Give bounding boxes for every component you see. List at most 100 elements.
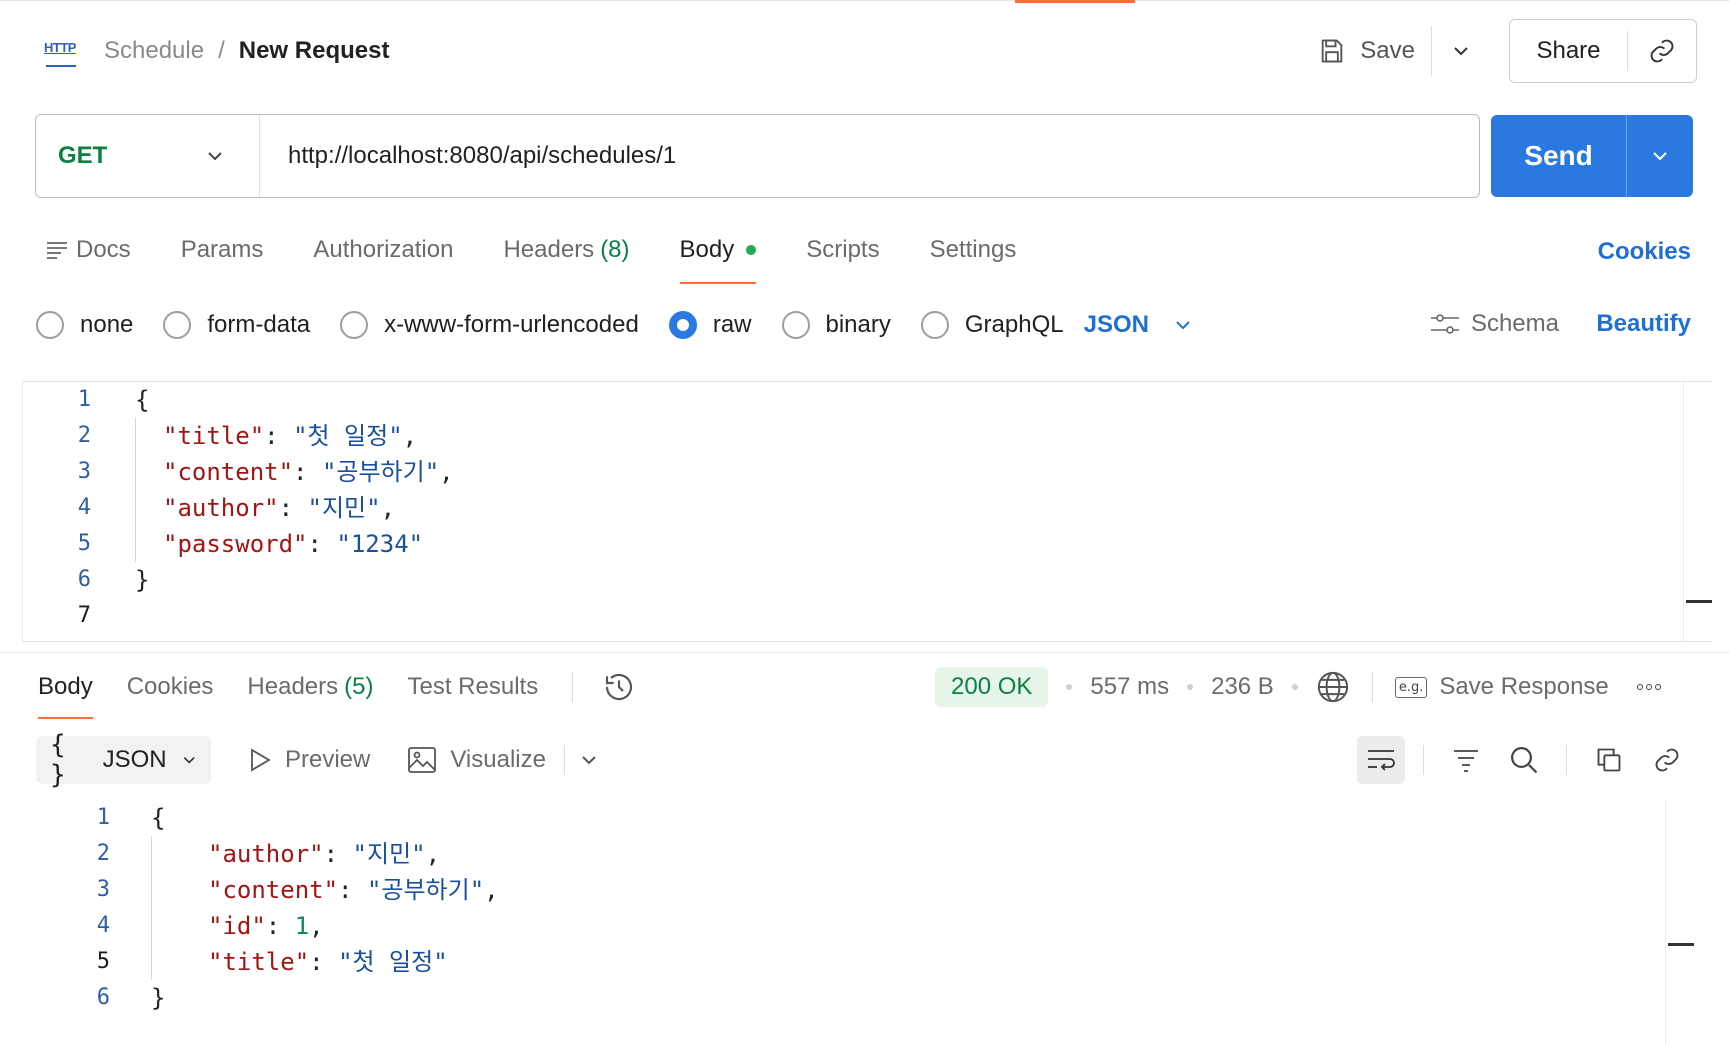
copy-link-button[interactable] [1643, 736, 1691, 784]
response-actions [1347, 735, 1691, 785]
tab-body-label: Body [679, 236, 735, 263]
play-icon [251, 748, 271, 772]
globe-icon[interactable] [1316, 670, 1350, 704]
copy-button[interactable] [1585, 736, 1633, 784]
wrap-lines-button[interactable] [1357, 736, 1405, 784]
radio-label: form-data [207, 311, 311, 338]
method-label: GET [58, 142, 108, 169]
line-number: 2 [96, 841, 110, 866]
share-group: Share [1509, 19, 1697, 83]
send-options-button[interactable] [1627, 115, 1693, 197]
radio-label: binary [825, 311, 891, 338]
docs-icon [47, 242, 67, 259]
response-format-select[interactable]: { } JSON [36, 730, 211, 790]
line-number: 7 [77, 603, 91, 628]
status-badge[interactable]: 200 OK [935, 667, 1049, 707]
beautify-button[interactable]: Beautify [1596, 310, 1691, 338]
tab-divider [572, 672, 574, 702]
breadcrumb-collection[interactable]: Schedule [104, 37, 204, 65]
response-time[interactable]: 557 ms [1090, 673, 1169, 701]
tab-authorization[interactable]: Authorization [313, 228, 453, 272]
tab-params[interactable]: Params [181, 228, 264, 272]
resp-tab-headers-label: Headers [247, 673, 339, 700]
save-icon [1322, 39, 1343, 63]
viewer-scrollbar[interactable] [1665, 800, 1695, 1045]
save-group: Save [1318, 26, 1489, 76]
tab-headers-label: Headers [503, 236, 595, 263]
code-line: "title": "첫 일정", [163, 422, 418, 450]
preview-button[interactable]: Preview [249, 746, 370, 774]
request-tabs: Docs Params Authorization Headers (8) Bo… [46, 228, 1729, 284]
sliders-icon [1430, 314, 1459, 334]
save-options-button[interactable] [1431, 26, 1489, 76]
line-number: 5 [96, 949, 110, 974]
body-type-graphql[interactable]: GraphQL [920, 311, 1064, 339]
radio-button-checked [668, 311, 697, 339]
line-number: 6 [77, 567, 91, 592]
body-type-urlencoded[interactable]: x-www-form-urlencoded [340, 311, 639, 339]
tab-settings[interactable]: Settings [930, 228, 1017, 272]
tab-body[interactable]: Body [679, 228, 757, 284]
response-body-viewer[interactable]: 1 2 3 4 5 6 { "author": "지민", "content":… [0, 800, 1729, 1045]
search-button[interactable] [1500, 736, 1548, 784]
breadcrumb: Schedule / New Request [104, 37, 389, 65]
save-response-label: Save Response [1439, 673, 1609, 700]
copy-link-button[interactable] [1628, 31, 1696, 71]
response-size[interactable]: 236 B [1211, 673, 1274, 701]
body-modified-indicator [746, 245, 757, 255]
raw-language-label: JSON [1083, 311, 1149, 338]
filter-button[interactable] [1442, 736, 1490, 784]
body-type-raw[interactable]: raw [668, 311, 752, 339]
resp-tab-body[interactable]: Body [38, 665, 93, 719]
save-response-button[interactable]: e.g. Save Response [1394, 673, 1609, 701]
request-body-editor[interactable]: 1 2 3 4 5 6 7 { "title": "첫 일정", "conten… [22, 381, 1713, 642]
breadcrumb-separator: / [218, 37, 225, 64]
resp-tab-test-results[interactable]: Test Results [407, 665, 538, 709]
code-line: "author": "지민", [208, 840, 441, 868]
resp-headers-count: (5) [344, 673, 374, 700]
line-number: 4 [96, 913, 110, 938]
radio-button [163, 311, 192, 339]
save-button[interactable]: Save [1318, 26, 1431, 76]
url-input[interactable] [260, 115, 1479, 197]
method-select[interactable]: GET [36, 115, 260, 197]
scroll-marker [1668, 943, 1694, 946]
response-toolbar: { } JSON Preview Visualize [36, 730, 1729, 790]
body-type-none[interactable]: none [36, 311, 133, 339]
preview-label: Preview [285, 746, 371, 773]
schema-button[interactable]: Schema [1429, 310, 1559, 338]
more-options-icon[interactable] [1636, 684, 1664, 690]
send-button[interactable]: Send [1491, 115, 1627, 197]
response-tabs: Body Cookies Headers (5) Test Results [38, 665, 635, 721]
tab-docs[interactable]: Docs [46, 228, 131, 272]
resp-tab-headers[interactable]: Headers (5) [247, 665, 373, 709]
link-icon [1655, 748, 1679, 772]
editor-scrollbar[interactable] [1683, 382, 1713, 641]
radio-button [36, 311, 64, 339]
body-type-selector: none form-data x-www-form-urlencoded raw… [36, 302, 1729, 348]
response-divider[interactable] [0, 652, 1729, 653]
history-button[interactable] [603, 665, 635, 709]
tab-scripts[interactable]: Scripts [806, 228, 879, 272]
chevron-down-icon [1176, 321, 1190, 330]
request-name[interactable]: New Request [239, 37, 390, 65]
scroll-marker [1686, 600, 1712, 603]
line-number: 1 [96, 805, 110, 830]
code-line: "content": "공부하기", [208, 876, 499, 904]
send-group: Send [1491, 115, 1693, 197]
share-button[interactable]: Share [1510, 31, 1628, 71]
body-type-binary[interactable]: binary [781, 311, 891, 339]
wrap-lines-icon [1368, 750, 1395, 771]
cookies-link[interactable]: Cookies [1598, 238, 1691, 266]
resp-tab-cookies[interactable]: Cookies [127, 665, 214, 709]
visualize-button[interactable]: Visualize [408, 746, 546, 774]
indent-guide [151, 836, 152, 980]
visualize-options-button[interactable] [579, 750, 599, 770]
search-icon [1511, 747, 1538, 774]
radio-label: GraphQL [964, 311, 1064, 338]
body-type-form-data[interactable]: form-data [163, 311, 310, 339]
raw-language-select[interactable]: JSON [1084, 311, 1193, 339]
tab-headers[interactable]: Headers (8) [503, 228, 629, 272]
chevron-down-icon [183, 756, 195, 764]
line-number: 5 [77, 531, 91, 556]
